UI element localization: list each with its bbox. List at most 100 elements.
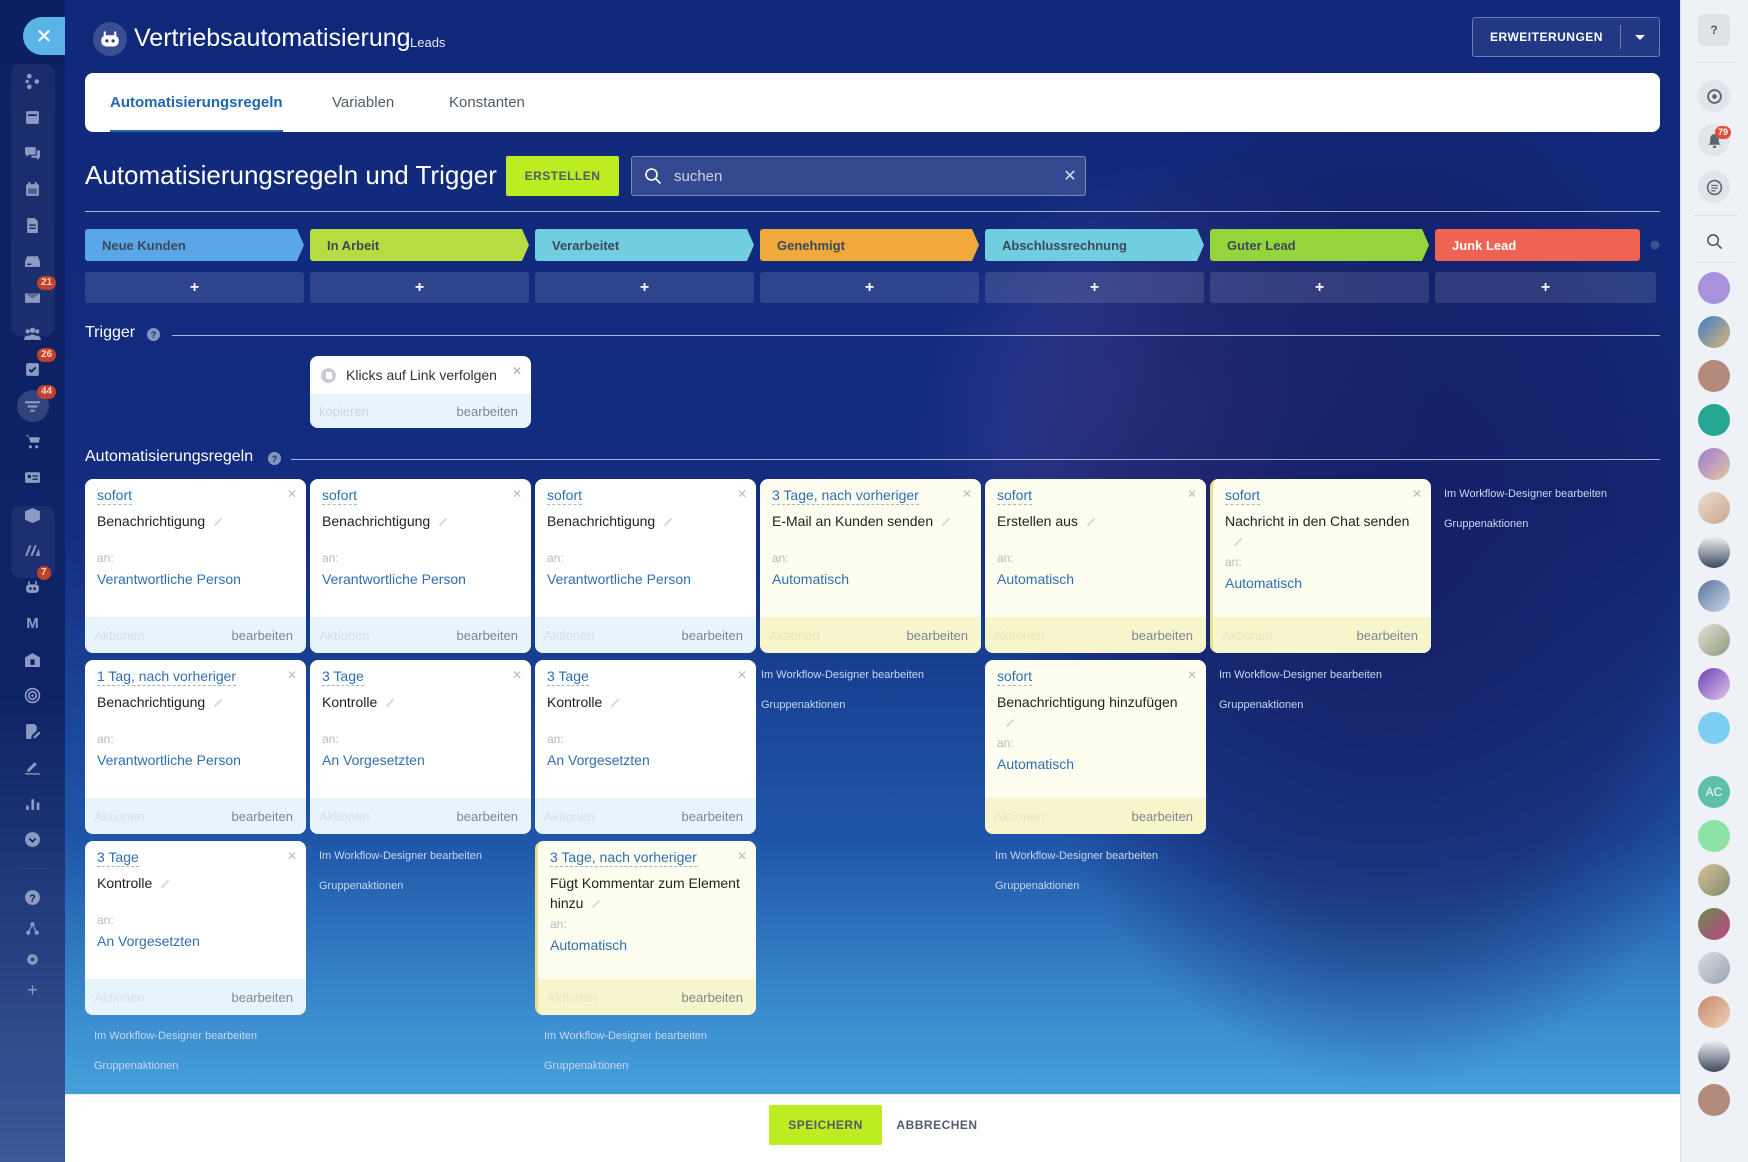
- delete-rule-icon[interactable]: ✕: [1187, 668, 1197, 682]
- rule-edit-link[interactable]: bearbeiten: [682, 809, 743, 824]
- save-button[interactable]: SPEICHERN: [769, 1105, 882, 1145]
- clear-search-icon[interactable]: ✕: [1055, 166, 1085, 186]
- user-avatar[interactable]: [1698, 952, 1730, 984]
- workflow-designer-link[interactable]: Im Workflow-Designer bearbeiten: [319, 850, 482, 862]
- rule-actions-link[interactable]: Aktionen: [319, 809, 370, 824]
- rule-actions-link[interactable]: Aktionen: [544, 628, 595, 643]
- delete-rule-icon[interactable]: ✕: [287, 487, 297, 501]
- nav-groups[interactable]: [0, 318, 65, 348]
- add-rule-button[interactable]: +: [310, 272, 529, 303]
- nav-drive[interactable]: [0, 246, 65, 276]
- rule-delay-link[interactable]: sofort: [997, 487, 1033, 505]
- nav-more[interactable]: [0, 824, 65, 854]
- nav-tasks[interactable]: 26: [0, 348, 65, 384]
- nav-mail[interactable]: 21: [0, 276, 65, 312]
- news-avatar[interactable]: [1698, 820, 1730, 852]
- create-button[interactable]: ERSTELLEN: [506, 156, 619, 196]
- rule-delay-link[interactable]: 1 Tag, nach vorheriger: [97, 668, 237, 686]
- pencil-icon[interactable]: [438, 518, 448, 527]
- rule-actions-link[interactable]: Aktionen: [994, 809, 1045, 824]
- rule-actions-link[interactable]: Aktionen: [994, 628, 1045, 643]
- search-button[interactable]: [1698, 225, 1730, 257]
- rule-delay-link[interactable]: 3 Tage: [97, 849, 139, 867]
- nav-goals[interactable]: [0, 680, 65, 710]
- user-avatar[interactable]: [1698, 624, 1730, 656]
- rule-edit-link[interactable]: bearbeiten: [682, 990, 743, 1005]
- rule-edit-link[interactable]: bearbeiten: [457, 809, 518, 824]
- delete-rule-icon[interactable]: ✕: [737, 849, 747, 863]
- rule-actions-link[interactable]: Aktionen: [94, 628, 145, 643]
- rule-delay-link[interactable]: sofort: [997, 668, 1033, 686]
- pencil-icon[interactable]: [213, 699, 223, 708]
- user-avatar[interactable]: [1698, 316, 1730, 348]
- rule-edit-link[interactable]: bearbeiten: [232, 628, 293, 643]
- rule-actions-link[interactable]: Aktionen: [547, 990, 598, 1005]
- rule-actions-link[interactable]: Aktionen: [544, 809, 595, 824]
- group-actions-link[interactable]: Gruppenaktionen: [1219, 699, 1303, 711]
- pencil-icon[interactable]: [592, 900, 601, 909]
- user-avatar[interactable]: [1698, 1040, 1730, 1072]
- nav-office[interactable]: [0, 644, 65, 674]
- edit-trigger-link[interactable]: bearbeiten: [457, 404, 518, 419]
- rule-delay-link[interactable]: 3 Tage, nach vorheriger: [772, 487, 919, 505]
- workflow-designer-link[interactable]: Im Workflow-Designer bearbeiten: [995, 850, 1158, 862]
- user-avatar[interactable]: [1698, 492, 1730, 524]
- trigger-name[interactable]: Klicks auf Link verfolgen: [346, 367, 497, 383]
- add-rule-button[interactable]: +: [760, 272, 979, 303]
- group-avatar[interactable]: [1698, 404, 1730, 436]
- nav-inventory[interactable]: [0, 500, 65, 530]
- rule-delay-link[interactable]: sofort: [547, 487, 583, 505]
- nav-settings[interactable]: [0, 944, 65, 974]
- user-avatar[interactable]: [1698, 908, 1730, 940]
- nav-shop[interactable]: [0, 426, 65, 456]
- delete-rule-icon[interactable]: ✕: [512, 487, 522, 501]
- rule-edit-link[interactable]: bearbeiten: [1132, 628, 1193, 643]
- search-input[interactable]: [674, 167, 1055, 185]
- nav-structure[interactable]: [0, 913, 65, 943]
- rule-delay-link[interactable]: sofort: [1225, 487, 1261, 505]
- rules-help-icon[interactable]: ?: [268, 452, 281, 465]
- chats-button[interactable]: [1698, 171, 1730, 203]
- stage-header[interactable]: Junk Lead: [1435, 229, 1640, 261]
- nav-sign[interactable]: [0, 752, 65, 782]
- workflow-designer-link[interactable]: Im Workflow-Designer bearbeiten: [544, 1030, 707, 1042]
- nav-contacts[interactable]: [0, 462, 65, 492]
- rule-actions-link[interactable]: Aktionen: [1222, 628, 1273, 643]
- nav-crm[interactable]: 44: [0, 385, 65, 421]
- user-avatar[interactable]: [1698, 864, 1730, 896]
- rule-actions-link[interactable]: Aktionen: [94, 990, 145, 1005]
- stage-header[interactable]: Verarbeitet: [535, 229, 754, 261]
- nav-sites[interactable]: [0, 535, 65, 565]
- workflow-designer-link[interactable]: Im Workflow-Designer bearbeiten: [761, 669, 924, 681]
- stage-header[interactable]: In Arbeit: [310, 229, 529, 261]
- nav-sitemap[interactable]: [0, 66, 65, 96]
- stage-header[interactable]: Neue Kunden: [85, 229, 304, 261]
- rule-actions-link[interactable]: Aktionen: [94, 809, 145, 824]
- stage-header[interactable]: Abschlussrechnung: [985, 229, 1204, 261]
- rule-delay-link[interactable]: 3 Tage: [547, 668, 589, 686]
- pencil-icon[interactable]: [213, 518, 223, 527]
- rule-edit-link[interactable]: bearbeiten: [1132, 809, 1193, 824]
- user-avatar[interactable]: [1698, 996, 1730, 1028]
- pencil-icon[interactable]: [1233, 538, 1243, 547]
- initials-avatar[interactable]: AC: [1698, 776, 1730, 808]
- delete-rule-icon[interactable]: ✕: [962, 487, 972, 501]
- rule-delay-link[interactable]: 3 Tage, nach vorheriger: [550, 849, 697, 867]
- user-avatar[interactable]: [1698, 448, 1730, 480]
- nav-chat[interactable]: [0, 138, 65, 168]
- group-avatar[interactable]: [1698, 1084, 1730, 1116]
- rule-edit-link[interactable]: bearbeiten: [682, 628, 743, 643]
- rule-edit-link[interactable]: bearbeiten: [232, 990, 293, 1005]
- pencil-icon[interactable]: [663, 518, 673, 527]
- nav-marketing[interactable]: M: [0, 608, 65, 638]
- copy-trigger-link[interactable]: kopieren: [319, 404, 369, 419]
- contact-avatar[interactable]: [1698, 272, 1730, 304]
- delete-rule-icon[interactable]: ✕: [737, 487, 747, 501]
- group-actions-link[interactable]: Gruppenaktionen: [544, 1060, 628, 1072]
- add-rule-button[interactable]: +: [1210, 272, 1429, 303]
- tab-automation-rules[interactable]: Automatisierungsregeln: [110, 73, 283, 132]
- group-actions-link[interactable]: Gruppenaktionen: [319, 880, 403, 892]
- add-rule-button[interactable]: +: [985, 272, 1204, 303]
- stage-header[interactable]: Genehmigt: [760, 229, 979, 261]
- rule-delay-link[interactable]: 3 Tage: [322, 668, 364, 686]
